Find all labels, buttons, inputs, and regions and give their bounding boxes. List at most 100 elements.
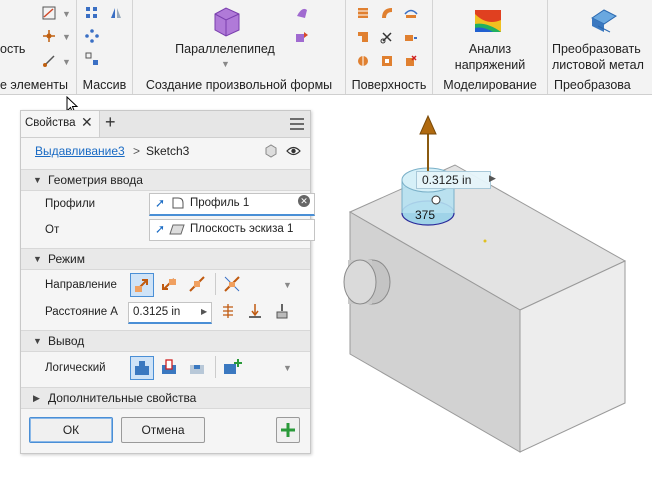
model-viewport[interactable] bbox=[320, 96, 652, 486]
section-title: Дополнительные свойства bbox=[48, 391, 197, 405]
distance-input[interactable]: 0.3125 in ▶ bbox=[128, 302, 212, 324]
convert-sheet-metal-label-1[interactable]: Преобразовать bbox=[552, 42, 641, 56]
close-icon[interactable]: ✕ bbox=[81, 114, 93, 131]
trim-icon[interactable] bbox=[380, 30, 394, 44]
tab-label: Свойства bbox=[25, 117, 76, 129]
from-label: От bbox=[45, 224, 60, 236]
tab-properties[interactable]: Свойства ✕ bbox=[21, 111, 100, 137]
add-tab-icon[interactable]: + bbox=[105, 112, 116, 133]
ribbon-group-label: Массив bbox=[82, 78, 127, 92]
direction-symmetric-icon bbox=[189, 276, 205, 292]
partial-dimension-label: 375 bbox=[415, 208, 436, 222]
side-boss[interactable] bbox=[343, 259, 377, 305]
ribbon: ость ▼ ▼ ▼ е элементы Массив Параллелепи… bbox=[0, 0, 652, 95]
direction-flipped-button[interactable] bbox=[158, 273, 180, 295]
sketch-pattern-icon[interactable] bbox=[85, 52, 99, 66]
join-button[interactable] bbox=[130, 356, 154, 380]
ribbon-group-label: Моделирование bbox=[443, 78, 537, 92]
patch-icon[interactable] bbox=[356, 30, 370, 44]
menu-icon[interactable] bbox=[290, 118, 304, 130]
chevron-right-icon[interactable]: ▶ bbox=[201, 307, 207, 316]
mirror-icon[interactable] bbox=[109, 6, 123, 20]
sketch-line-icon[interactable] bbox=[42, 6, 56, 20]
chevron-down-icon[interactable]: ▼ bbox=[62, 57, 71, 67]
extent-to-next-icon[interactable] bbox=[274, 303, 290, 319]
extent-to-icon[interactable] bbox=[247, 303, 263, 319]
cancel-button[interactable]: Отмена bbox=[121, 417, 205, 443]
divider bbox=[215, 356, 216, 378]
from-selector[interactable]: ➚ Плоскость эскиза 1 bbox=[149, 219, 315, 241]
convert-sheet-metal-label-2[interactable]: листовой метал bbox=[552, 58, 644, 72]
delete-face-icon[interactable] bbox=[404, 54, 418, 68]
section-mode[interactable]: ▼ Режим bbox=[21, 248, 310, 270]
extent-through-all-icon[interactable] bbox=[220, 303, 236, 319]
breadcrumb-link[interactable]: Выдавливание3 bbox=[35, 144, 125, 158]
from-value: Плоскость эскиза 1 bbox=[190, 223, 294, 235]
direction-asymmetric-button[interactable] bbox=[221, 273, 243, 295]
apply-add-button[interactable] bbox=[276, 417, 300, 443]
chevron-right-icon[interactable]: ▶ bbox=[489, 173, 496, 184]
section-input-geometry[interactable]: ▼ Геометрия ввода bbox=[21, 169, 310, 191]
convert-sheet-metal-icon[interactable] bbox=[588, 4, 620, 36]
ribbon-group-simulation: Анализ напряжений Моделирование bbox=[433, 0, 548, 94]
box-freeform-button[interactable]: Параллелепипед bbox=[173, 42, 277, 56]
ruled-surface-icon[interactable] bbox=[356, 54, 370, 68]
join-icon bbox=[135, 361, 149, 375]
extend-icon[interactable] bbox=[404, 30, 418, 44]
section-output[interactable]: ▼ Вывод bbox=[21, 330, 310, 352]
section-advanced[interactable]: ▶ Дополнительные свойства bbox=[21, 387, 310, 409]
section-title: Геометрия ввода bbox=[48, 173, 143, 187]
chevron-down-icon[interactable]: ▼ bbox=[283, 280, 292, 290]
profiles-selector[interactable]: ➚ Профиль 1 ✕ bbox=[149, 193, 315, 216]
ribbon-group-features: ость ▼ ▼ ▼ е элементы bbox=[0, 0, 77, 94]
chevron-down-icon[interactable]: ▼ bbox=[221, 59, 230, 69]
eye-icon[interactable] bbox=[286, 145, 301, 157]
select-arrow-icon: ➚ bbox=[155, 196, 166, 210]
profile-icon bbox=[172, 197, 184, 209]
thicken-icon[interactable] bbox=[356, 6, 370, 20]
ok-button[interactable]: ОК bbox=[29, 417, 113, 443]
chevron-down-icon[interactable]: ▼ bbox=[62, 9, 71, 19]
new-solid-button[interactable] bbox=[221, 356, 243, 378]
dimension-input[interactable]: 0.3125 in bbox=[416, 171, 491, 189]
intersect-icon bbox=[190, 365, 204, 374]
panel-tab-bar: Свойства ✕ + bbox=[21, 111, 310, 138]
section-title: Режим bbox=[48, 252, 85, 266]
distance-value: 0.3125 in bbox=[133, 306, 181, 318]
cancel-label: Отмена bbox=[141, 423, 185, 437]
properties-panel: Свойства ✕ + Выдавливание3 > Sketch3 ▼ Г… bbox=[20, 110, 315, 454]
direction-symmetric-button[interactable] bbox=[186, 273, 208, 295]
distance-drag-handle[interactable] bbox=[431, 195, 441, 205]
stress-analysis-label-1[interactable]: Анализ bbox=[433, 42, 547, 56]
ribbon-group-freeform: Параллелепипед ▼ Создание произвольной ф… bbox=[133, 0, 346, 94]
box-freeform-icon[interactable] bbox=[209, 4, 243, 38]
stress-analysis-icon[interactable] bbox=[473, 4, 505, 36]
breadcrumb-current: Sketch3 bbox=[146, 144, 190, 158]
stress-analysis-label-2[interactable]: напряжений bbox=[433, 58, 547, 72]
rectangular-pattern-icon[interactable] bbox=[85, 6, 99, 20]
divider bbox=[215, 273, 216, 295]
ribbon-group-label: е элементы bbox=[0, 78, 68, 92]
direction-arrow-handle[interactable] bbox=[419, 114, 437, 135]
stitch-icon[interactable] bbox=[380, 6, 394, 20]
chevron-down-icon[interactable]: ▼ bbox=[283, 363, 292, 373]
cut-button[interactable] bbox=[158, 356, 180, 378]
chevron-down-icon: ▼ bbox=[33, 336, 42, 346]
clear-icon[interactable]: ✕ bbox=[298, 195, 310, 207]
axis-icon[interactable] bbox=[42, 54, 56, 68]
intersect-button[interactable] bbox=[186, 356, 208, 378]
direction-asymmetric-icon bbox=[224, 276, 240, 292]
partial-button-label[interactable]: ость bbox=[0, 42, 25, 56]
circular-pattern-icon[interactable] bbox=[85, 29, 99, 43]
chevron-down-icon[interactable]: ▼ bbox=[62, 32, 71, 42]
convert-icon[interactable] bbox=[295, 30, 309, 44]
sculpt-icon[interactable] bbox=[404, 6, 418, 20]
point-icon[interactable] bbox=[42, 29, 56, 43]
replace-face-icon[interactable] bbox=[380, 54, 394, 68]
direction-default-icon bbox=[135, 279, 148, 292]
cube-icon[interactable] bbox=[264, 144, 278, 158]
direction-default-button[interactable] bbox=[130, 273, 154, 297]
dimension-value: 0.3125 in bbox=[422, 173, 472, 187]
face-icon[interactable] bbox=[295, 6, 309, 20]
ribbon-group-surface: Поверхность bbox=[346, 0, 433, 94]
